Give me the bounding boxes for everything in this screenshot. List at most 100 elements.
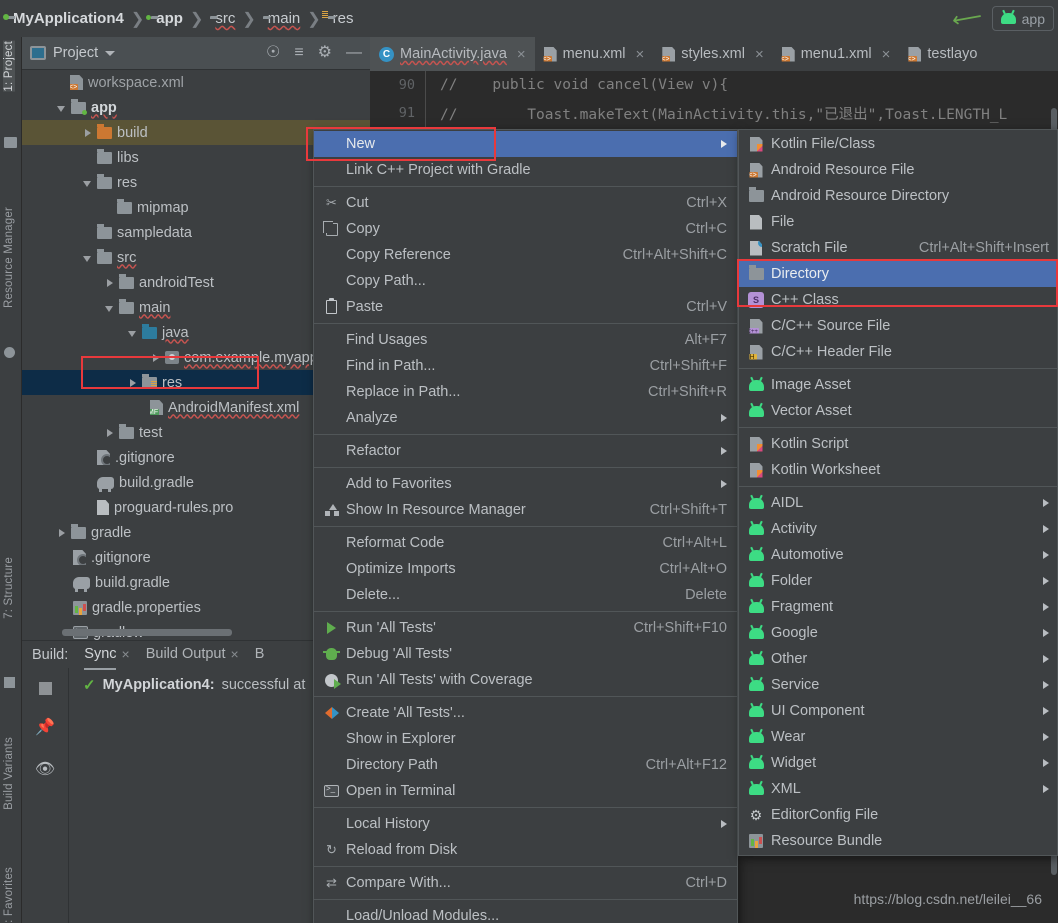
submenu-item-kotlin-worksheet[interactable]: Kotlin Worksheet (739, 457, 1057, 483)
menu-item-replace-in-path[interactable]: Replace in Path... Ctrl+Shift+R (314, 379, 737, 405)
breadcrumb-item-src[interactable]: src (210, 10, 235, 27)
menu-item-new[interactable]: New (314, 131, 737, 157)
menu-item-load-unload-modules[interactable]: Load/Unload Modules... (314, 903, 737, 923)
chevron-right-icon[interactable] (56, 527, 68, 539)
menu-item-show-in-resource-manager[interactable]: Show In Resource Manager Ctrl+Shift+T (314, 497, 737, 523)
chevron-right-icon[interactable] (82, 127, 94, 139)
chevron-right-icon[interactable] (127, 377, 139, 389)
breadcrumb-item-res[interactable]: res (328, 10, 354, 27)
chevron-right-icon[interactable] (150, 352, 162, 364)
breadcrumb-item-app[interactable]: app (151, 10, 183, 27)
minimize-icon[interactable]: — (346, 45, 362, 61)
submenu-item-kotlin-script[interactable]: Kotlin Script (739, 431, 1057, 457)
submenu-item-android-resource-file[interactable]: Android Resource File (739, 157, 1057, 183)
hammer-icon[interactable]: ⟵ (950, 4, 984, 34)
chevron-down-icon[interactable] (104, 302, 116, 314)
close-icon[interactable]: × (882, 46, 891, 63)
submenu-item-automotive[interactable]: Automotive (739, 542, 1057, 568)
submenu-item-wear[interactable]: Wear (739, 724, 1057, 750)
build-tab-sync[interactable]: Sync × (84, 646, 130, 670)
submenu-item-activity[interactable]: Activity (739, 516, 1057, 542)
menu-item-find-in-path[interactable]: Find in Path... Ctrl+Shift+F (314, 353, 737, 379)
submenu-item-scratch-file[interactable]: Scratch File Ctrl+Alt+Shift+Insert (739, 235, 1057, 261)
menu-item-reformat-code[interactable]: Reformat Code Ctrl+Alt+L (314, 530, 737, 556)
submenu-item-service[interactable]: Service (739, 672, 1057, 698)
menu-item-add-to-favorites[interactable]: Add to Favorites (314, 471, 737, 497)
tool-window-favorites[interactable]: 2: Favorites (3, 867, 15, 923)
chevron-down-icon[interactable] (105, 50, 116, 56)
tab-styles-xml[interactable]: styles.xml × (653, 37, 772, 71)
submenu-item-ui-component[interactable]: UI Component (739, 698, 1057, 724)
tab-mainactivity-java[interactable]: C MainActivity.java × (370, 37, 535, 71)
submenu-item-android-resource-directory[interactable]: Android Resource Directory (739, 183, 1057, 209)
chevron-down-icon[interactable] (127, 327, 139, 339)
close-icon[interactable]: × (517, 46, 526, 63)
build-tab-build-output[interactable]: Build Output × (146, 646, 239, 664)
menu-item-copy[interactable]: Copy Ctrl+C (314, 216, 737, 242)
menu-item-show-in-explorer[interactable]: Show in Explorer (314, 726, 737, 752)
run-configuration-selector[interactable]: app (991, 6, 1054, 31)
gear-icon[interactable]: ⚙ (318, 45, 332, 61)
menu-item-cut[interactable]: ✂ Cut Ctrl+X (314, 190, 737, 216)
build-tab-partial[interactable]: B (255, 646, 265, 664)
menu-item-refactor[interactable]: Refactor (314, 438, 737, 464)
menu-item-run-with-coverage[interactable]: Run 'All Tests' with Coverage (314, 667, 737, 693)
menu-item-open-in-terminal[interactable]: Open in Terminal (314, 778, 737, 804)
submenu-item-vector-asset[interactable]: Vector Asset (739, 398, 1057, 424)
menu-item-debug-all-tests[interactable]: Debug 'All Tests' (314, 641, 737, 667)
collapse-all-icon[interactable]: ≡ (294, 45, 303, 61)
menu-item-link-cpp-gradle[interactable]: Link C++ Project with Gradle (314, 157, 737, 183)
chevron-down-icon[interactable] (56, 102, 68, 114)
submenu-item-kotlin-file-class[interactable]: Kotlin File/Class (739, 131, 1057, 157)
submenu-item-xml[interactable]: XML (739, 776, 1057, 802)
submenu-item-image-asset[interactable]: Image Asset (739, 372, 1057, 398)
submenu-item-aidl[interactable]: AIDL (739, 490, 1057, 516)
close-icon[interactable]: × (755, 46, 764, 63)
stop-icon[interactable] (38, 682, 52, 695)
close-icon[interactable]: × (231, 646, 239, 662)
menu-item-find-usages[interactable]: Find Usages Alt+F7 (314, 327, 737, 353)
tab-menu1-xml[interactable]: menu1.xml × (773, 37, 900, 71)
menu-item-run-all-tests[interactable]: Run 'All Tests' Ctrl+Shift+F10 (314, 615, 737, 641)
menu-item-optimize-imports[interactable]: Optimize Imports Ctrl+Alt+O (314, 556, 737, 582)
tool-window-structure[interactable]: 7: Structure (3, 557, 15, 619)
submenu-item-file[interactable]: File (739, 209, 1057, 235)
submenu-item-cpp-source-file[interactable]: C/C++ Source File (739, 313, 1057, 339)
chevron-right-icon[interactable] (104, 427, 116, 439)
breadcrumb-item-project[interactable]: MyApplication4 (8, 10, 124, 27)
code-editor[interactable]: 90 // public void cancel(View v){ 91 // … (370, 71, 1058, 131)
menu-item-reload-from-disk[interactable]: ↻ Reload from Disk (314, 837, 737, 863)
pin-icon[interactable]: 📌 (35, 717, 55, 737)
submenu-item-folder[interactable]: Folder (739, 568, 1057, 594)
tree-row-workspace-xml[interactable]: workspace.xml (22, 70, 370, 95)
menu-item-local-history[interactable]: Local History (314, 811, 737, 837)
submenu-item-fragment[interactable]: Fragment (739, 594, 1057, 620)
chevron-right-icon[interactable] (104, 277, 116, 289)
eye-icon[interactable]: 👁 (35, 759, 55, 779)
menu-item-paste[interactable]: Paste Ctrl+V (314, 294, 737, 320)
menu-item-copy-reference[interactable]: Copy Reference Ctrl+Alt+Shift+C (314, 242, 737, 268)
menu-item-directory-path[interactable]: Directory Path Ctrl+Alt+F12 (314, 752, 737, 778)
submenu-item-cpp-class[interactable]: S C++ Class (739, 287, 1057, 313)
menu-item-copy-path[interactable]: Copy Path... (314, 268, 737, 294)
menu-item-create-all-tests[interactable]: Create 'All Tests'... (314, 700, 737, 726)
submenu-item-resource-bundle[interactable]: Resource Bundle (739, 828, 1057, 854)
submenu-item-other[interactable]: Other (739, 646, 1057, 672)
tool-window-build-variants[interactable]: Build Variants (3, 737, 15, 810)
close-icon[interactable]: × (636, 46, 645, 63)
horizontal-scrollbar[interactable] (62, 629, 232, 636)
menu-item-analyze[interactable]: Analyze (314, 405, 737, 431)
submenu-item-directory[interactable]: Directory (739, 261, 1057, 287)
submenu-item-google[interactable]: Google (739, 620, 1057, 646)
tab-menu-xml[interactable]: menu.xml × (535, 37, 654, 71)
breadcrumb-item-main[interactable]: main (263, 10, 301, 27)
chevron-down-icon[interactable] (82, 252, 94, 264)
submenu-item-widget[interactable]: Widget (739, 750, 1057, 776)
tab-testlayout-xml[interactable]: testlayo (899, 37, 986, 71)
target-icon[interactable]: ☉ (266, 45, 280, 61)
tree-row-app[interactable]: app (22, 95, 370, 120)
submenu-item-editorconfig-file[interactable]: ⚙ EditorConfig File (739, 802, 1057, 828)
menu-item-delete[interactable]: Delete... Delete (314, 582, 737, 608)
submenu-item-cpp-header-file[interactable]: C/C++ Header File (739, 339, 1057, 365)
menu-item-compare-with[interactable]: ⇄ Compare With... Ctrl+D (314, 870, 737, 896)
